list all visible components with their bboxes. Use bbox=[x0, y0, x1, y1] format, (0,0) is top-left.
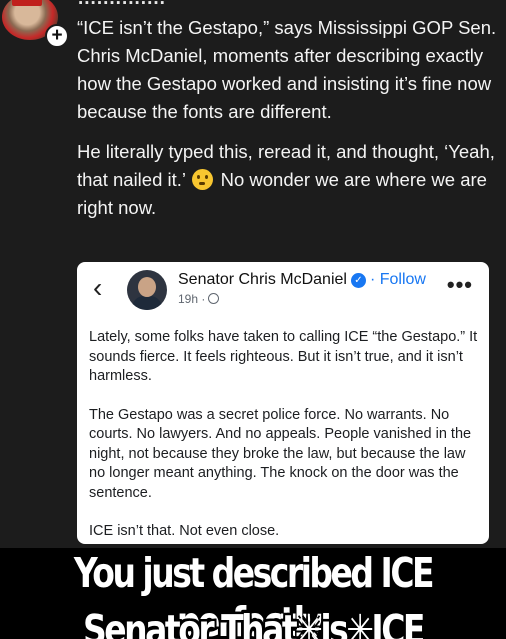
author-avatar[interactable] bbox=[127, 270, 167, 310]
author-name-row: Senator Chris McDaniel ✓ · Follow bbox=[178, 271, 426, 289]
verified-icon: ✓ bbox=[350, 273, 366, 288]
author-name[interactable]: Senator Chris McDaniel bbox=[178, 271, 347, 288]
more-options-icon[interactable]: ••• bbox=[447, 272, 473, 298]
follow-link[interactable]: · Follow bbox=[370, 271, 426, 288]
post-paragraph: ICE isn’t that. Not even close. bbox=[89, 523, 280, 539]
globe-icon bbox=[208, 293, 220, 304]
follow-plus-icon[interactable]: + bbox=[45, 24, 69, 48]
reply-paragraph-2: He literally typed this, reread it, and … bbox=[77, 138, 497, 222]
flushed-face-icon bbox=[192, 169, 214, 190]
reply-paragraph-1: “ICE isn’t the Gestapo,” says Mississipp… bbox=[77, 17, 497, 122]
post-meta: 19h · bbox=[178, 292, 220, 306]
embedded-post-body: Lately, some folks have taken to calling… bbox=[89, 328, 481, 544]
reply-text: “ICE isn’t the Gestapo,” says Mississipp… bbox=[77, 14, 497, 234]
cut-off-header: .............. bbox=[0, 0, 506, 14]
post-time[interactable]: 19h · bbox=[178, 292, 205, 306]
caption-line-2: Senator That✳is✳ICE bbox=[83, 605, 425, 639]
cut-off-username: .............. bbox=[78, 0, 166, 10]
embedded-post-card[interactable]: ‹ Senator Chris McDaniel ✓ · Follow 19h · … bbox=[77, 262, 489, 544]
post-paragraph: Lately, some folks have taken to calling… bbox=[89, 329, 478, 384]
post-paragraph: The Gestapo was a secret police force. N… bbox=[89, 406, 472, 501]
back-chevron-icon[interactable]: ‹ bbox=[93, 272, 102, 304]
meme-caption-band: You just described ICE perfectly, Senato… bbox=[0, 548, 506, 639]
